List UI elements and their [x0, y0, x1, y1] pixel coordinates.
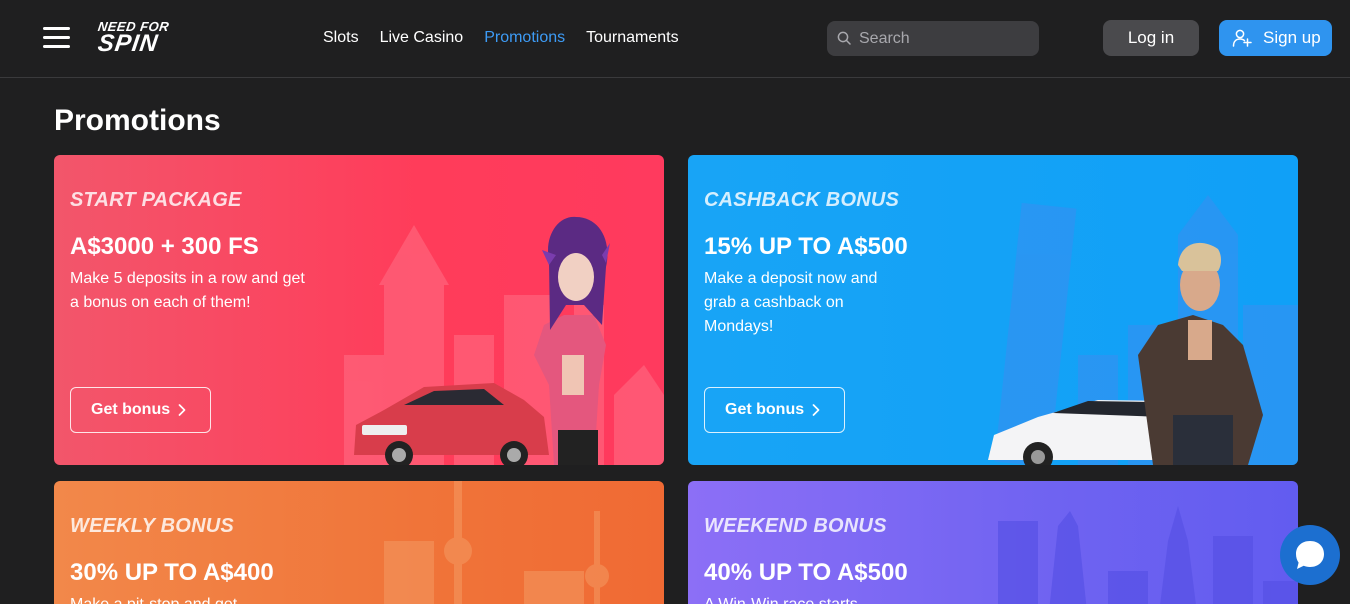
main-nav: Slots Live Casino Promotions Tournaments: [323, 28, 700, 48]
promo-description: Make a pit-stop and get: [70, 593, 310, 604]
promo-subtitle: START PACKAGE: [70, 189, 242, 211]
chevron-right-icon: [812, 404, 820, 416]
promo-amount: 30% UP TO A$400: [70, 559, 274, 586]
chat-button[interactable]: [1280, 525, 1340, 585]
get-bonus-label: Get bonus: [91, 401, 171, 418]
hamburger-icon[interactable]: [43, 27, 70, 49]
signup-button[interactable]: Sign up: [1219, 20, 1332, 56]
promo-amount: 40% UP TO A$500: [704, 559, 908, 586]
promo-description: Make a deposit now and grab a cashback o…: [704, 270, 878, 335]
user-plus-icon: [1232, 29, 1252, 47]
promo-description: A Win-Win race starts: [704, 593, 944, 604]
promo-card-weekend[interactable]: WEEKEND BONUS 40% UP TO A$500 A Win-Win …: [688, 481, 1298, 604]
search-box[interactable]: [827, 21, 1039, 56]
logo-line-2: SPIN: [96, 30, 160, 57]
promo-description: Make 5 deposits in a row and get a bonus…: [70, 270, 305, 311]
promo-illustration: [998, 506, 1298, 604]
promo-illustration: [384, 481, 609, 604]
promo-amount: 15% UP TO A$500: [704, 233, 908, 260]
chevron-right-icon: [178, 404, 186, 416]
site-header: NEED FOR SPIN Slots Live Casino Promotio…: [0, 0, 1350, 78]
search-input[interactable]: [859, 21, 1029, 56]
login-button[interactable]: Log in: [1103, 20, 1199, 56]
nav-live-casino[interactable]: Live Casino: [380, 28, 464, 48]
promo-subtitle: WEEKLY BONUS: [70, 515, 234, 537]
nav-promotions[interactable]: Promotions: [484, 28, 565, 48]
promo-illustration: [344, 216, 664, 465]
nav-tournaments[interactable]: Tournaments: [586, 28, 679, 48]
promo-subtitle: CASHBACK BONUS: [704, 189, 900, 211]
promo-card-weekly[interactable]: WEEKLY BONUS 30% UP TO A$400 Make a pit-…: [54, 481, 664, 604]
signup-label: Sign up: [1263, 28, 1321, 47]
nav-slots[interactable]: Slots: [323, 28, 359, 48]
promo-card-start-package[interactable]: START PACKAGE A$3000 + 300 FS Make 5 dep…: [54, 155, 664, 465]
page-title: Promotions: [54, 104, 221, 137]
promo-card-cashback[interactable]: CASHBACK BONUS 15% UP TO A$500 Make a de…: [688, 155, 1298, 465]
logo[interactable]: NEED FOR SPIN: [96, 19, 190, 57]
promo-amount: A$3000 + 300 FS: [70, 233, 259, 260]
search-icon: [837, 31, 851, 45]
get-bonus-button[interactable]: Get bonus: [70, 387, 211, 433]
promo-illustration: [988, 195, 1298, 465]
get-bonus-label: Get bonus: [725, 401, 805, 418]
get-bonus-button[interactable]: Get bonus: [704, 387, 845, 433]
chat-bubble-icon: [1296, 541, 1324, 569]
promo-subtitle: WEEKEND BONUS: [704, 515, 887, 537]
